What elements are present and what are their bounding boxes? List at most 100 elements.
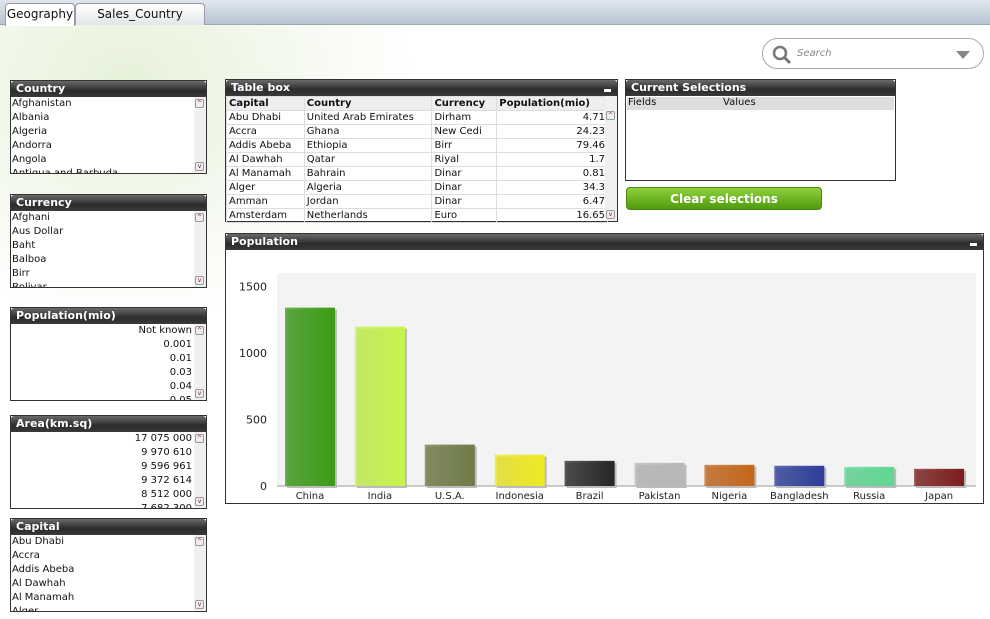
scroll-up-icon[interactable]: ^ bbox=[195, 326, 204, 335]
table-row[interactable]: Accra Ghana New Cedi 24.23 bbox=[226, 124, 608, 139]
scroll-down-icon[interactable]: v bbox=[195, 389, 204, 398]
list-item[interactable]: 17 075 000 bbox=[11, 432, 194, 446]
y-tick-label: 0 bbox=[260, 480, 267, 493]
capital-listbox-title: Capital bbox=[11, 519, 206, 535]
x-tick-label: U.S.A. bbox=[435, 491, 465, 502]
bar-japan[interactable] bbox=[914, 468, 965, 486]
bar-nigeria[interactable] bbox=[704, 464, 755, 486]
bar-russia[interactable] bbox=[844, 466, 895, 486]
population-list: Not known0.0010.010.030.040.05 bbox=[11, 324, 194, 400]
list-item[interactable]: Al Manamah bbox=[11, 591, 194, 605]
scroll-up-icon[interactable]: ^ bbox=[195, 434, 204, 443]
list-item[interactable]: Antigua and Barbuda bbox=[11, 167, 194, 173]
table-cell: 34.3 bbox=[496, 180, 608, 195]
list-item[interactable]: 9 372 614 bbox=[11, 474, 194, 488]
table-cell: Alger bbox=[226, 180, 305, 195]
list-item[interactable]: Angola bbox=[11, 153, 194, 167]
table-cell: Bahrain bbox=[303, 166, 433, 181]
area-listbox-title: Area(km.sq) bbox=[11, 416, 206, 432]
list-item[interactable]: 7 682 300 bbox=[11, 502, 194, 508]
list-item[interactable]: 0.05 bbox=[11, 394, 194, 400]
scrollbar[interactable]: ^ v bbox=[194, 324, 206, 400]
list-item[interactable]: Al Dawhah bbox=[11, 577, 194, 591]
table-cell: 0.81 bbox=[496, 166, 608, 181]
currency-listbox-title: Currency bbox=[11, 195, 206, 211]
minimize-icon[interactable] bbox=[604, 89, 611, 92]
list-item[interactable]: Afghani bbox=[11, 211, 194, 225]
list-item[interactable]: Balboa bbox=[11, 253, 194, 267]
x-tick-label: India bbox=[368, 491, 393, 502]
table-row[interactable]: Amman Jordan Dinar 6.47 bbox=[226, 194, 608, 209]
tab-geography[interactable]: Geography bbox=[5, 3, 75, 26]
table-cell: Amman bbox=[226, 194, 305, 209]
column-header[interactable]: Capital bbox=[226, 96, 305, 111]
list-item[interactable]: 0.001 bbox=[11, 338, 194, 352]
clear-selections-button[interactable]: Clear selections bbox=[626, 187, 822, 210]
list-item[interactable]: Andorra bbox=[11, 139, 194, 153]
scroll-up-icon[interactable]: ^ bbox=[195, 99, 204, 108]
table-cell: Netherlands bbox=[303, 208, 433, 223]
search-box[interactable]: Search bbox=[762, 38, 984, 69]
scrollbar[interactable]: ^ v bbox=[194, 432, 206, 508]
scroll-down-icon[interactable]: v bbox=[195, 497, 204, 506]
country-list: AfghanistanAlbaniaAlgeriaAndorraAngolaAn… bbox=[11, 97, 194, 173]
column-header[interactable]: Population(mio) bbox=[496, 96, 608, 111]
list-item[interactable]: Baht bbox=[11, 239, 194, 253]
list-item[interactable]: 9 970 610 bbox=[11, 446, 194, 460]
table-row[interactable]: Abu Dhabi United Arab Emirates Dirham 4.71 bbox=[226, 110, 608, 125]
chevron-down-icon[interactable] bbox=[955, 50, 971, 60]
list-item[interactable]: Not known bbox=[11, 324, 194, 338]
scroll-down-icon[interactable]: v bbox=[195, 600, 204, 609]
table-row[interactable]: Al Manamah Bahrain Dinar 0.81 bbox=[226, 166, 608, 181]
bar-pakistan[interactable] bbox=[634, 462, 685, 486]
list-item[interactable]: 8 512 000 bbox=[11, 488, 194, 502]
column-header[interactable]: Country bbox=[303, 96, 433, 111]
bar-china[interactable] bbox=[285, 307, 335, 486]
minimize-icon[interactable] bbox=[970, 243, 977, 246]
table-row[interactable]: Addis Abeba Ethiopia Birr 79.46 bbox=[226, 138, 608, 153]
list-item[interactable]: Accra bbox=[11, 549, 194, 563]
table-cell: Amsterdam bbox=[226, 208, 305, 223]
current-selections-box: Current Selections Fields Values bbox=[625, 79, 896, 181]
table-box-title: Table box bbox=[226, 80, 617, 96]
bar-india[interactable] bbox=[354, 326, 405, 486]
scrollbar[interactable]: ^ v bbox=[194, 97, 206, 173]
list-item[interactable]: Addis Abeba bbox=[11, 563, 194, 577]
table-cell: Dinar bbox=[431, 180, 498, 195]
x-tick-label: Pakistan bbox=[639, 491, 681, 502]
scrollbar[interactable]: ^ v bbox=[194, 211, 206, 287]
table-cell: 16.65 bbox=[496, 208, 608, 223]
list-item[interactable]: Abu Dhabi bbox=[11, 535, 194, 549]
list-item[interactable]: Albania bbox=[11, 111, 194, 125]
tab-sales-country[interactable]: Sales_Country bbox=[75, 3, 205, 25]
column-header[interactable]: Currency bbox=[431, 96, 498, 111]
scroll-down-icon[interactable]: v bbox=[195, 276, 204, 285]
scroll-down-icon[interactable]: v bbox=[195, 162, 204, 171]
table-cell: 4.71 bbox=[496, 110, 608, 125]
list-item[interactable]: 9 596 961 bbox=[11, 460, 194, 474]
list-item[interactable]: Aus Dollar bbox=[11, 225, 194, 239]
bar-brazil[interactable] bbox=[564, 460, 615, 486]
list-item[interactable]: Algeria bbox=[11, 125, 194, 139]
list-item[interactable]: Afghanistan bbox=[11, 97, 194, 111]
bar-bangladesh[interactable] bbox=[774, 465, 825, 486]
list-item[interactable]: 0.01 bbox=[11, 352, 194, 366]
table-row[interactable]: Amsterdam Netherlands Euro 16.65 bbox=[226, 208, 608, 223]
bar-indonesia[interactable] bbox=[494, 454, 545, 486]
table-cell: Jordan bbox=[303, 194, 433, 209]
scrollbar[interactable]: ^ v bbox=[605, 96, 617, 221]
list-item[interactable]: 0.04 bbox=[11, 380, 194, 394]
scroll-up-icon[interactable]: ^ bbox=[195, 213, 204, 222]
list-item[interactable]: Birr bbox=[11, 267, 194, 281]
list-item[interactable]: 0.03 bbox=[11, 366, 194, 380]
x-tick-label: Nigeria bbox=[712, 491, 748, 502]
table-row[interactable]: Alger Algeria Dinar 34.3 bbox=[226, 180, 608, 195]
table-row[interactable]: Al Dawhah Qatar Riyal 1.7 bbox=[226, 152, 608, 167]
list-item[interactable]: Bolivar bbox=[11, 281, 194, 287]
bar-usa[interactable] bbox=[424, 444, 475, 486]
scroll-up-icon[interactable]: ^ bbox=[195, 537, 204, 546]
y-tick-label: 1000 bbox=[239, 347, 267, 360]
table-cell: Al Manamah bbox=[226, 166, 305, 181]
scrollbar[interactable]: ^ v bbox=[194, 535, 206, 611]
list-item[interactable]: Alger bbox=[11, 605, 194, 611]
